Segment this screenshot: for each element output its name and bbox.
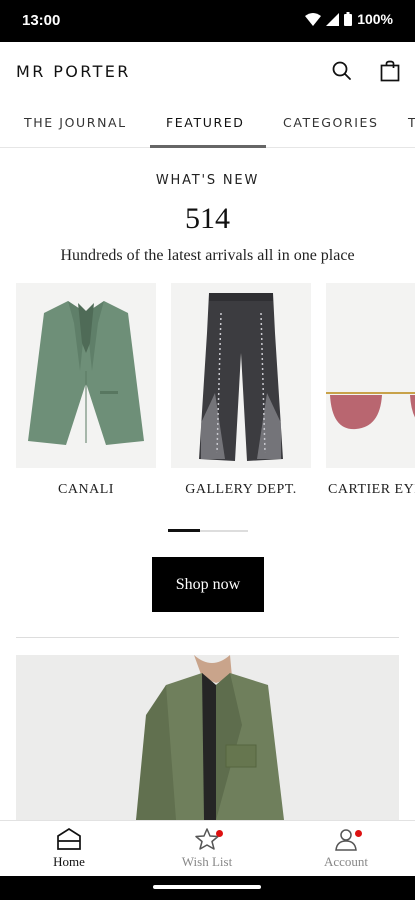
nav-item-home[interactable]: Home	[24, 827, 114, 870]
product-card[interactable]: CANALI	[16, 283, 156, 497]
product-image-green-blazer	[16, 283, 156, 468]
carousel-progress-fill	[168, 529, 200, 532]
nav-label-home: Home	[53, 854, 85, 869]
status-bar: 13:00 100%	[0, 0, 415, 42]
carousel-progress-bar	[168, 529, 248, 532]
signal-icon	[326, 12, 340, 26]
account-icon	[301, 827, 391, 851]
new-arrivals-count: 514	[185, 202, 230, 235]
tab-partial[interactable]: T	[408, 115, 415, 130]
tab-categories[interactable]: CATEGORIES	[283, 115, 379, 130]
search-icon[interactable]	[330, 59, 354, 83]
bottom-navigation: Home Wish List Account	[0, 820, 415, 876]
home-gesture-handle[interactable]	[153, 885, 261, 889]
brand-logo[interactable]: MR PORTER	[16, 62, 131, 81]
status-time: 13:00	[22, 12, 61, 29]
product-card[interactable]: GALLERY DEPT.	[171, 283, 311, 497]
section-eyebrow: WHAT'S NEW	[155, 173, 260, 188]
product-carousel[interactable]: CANALI GALLERY DEPT. CARTIER EY	[0, 283, 415, 523]
tab-featured[interactable]: FEATURED	[166, 115, 244, 130]
nav-label-account: Account	[323, 854, 369, 869]
system-gesture-bar	[0, 876, 415, 900]
nav-item-wish-list[interactable]: Wish List	[162, 827, 252, 870]
status-icons: 100%	[305, 11, 393, 27]
battery-icon	[344, 12, 353, 26]
shopping-bag-icon[interactable]	[378, 59, 402, 83]
section-tabs: THE JOURNAL FEATURED CATEGORIES T	[0, 100, 415, 148]
section-subtitle: Hundreds of the latest arrivals all in o…	[60, 247, 355, 264]
active-tab-indicator	[150, 145, 266, 148]
battery-level: 100%	[357, 11, 393, 27]
section-divider	[16, 637, 399, 638]
product-image-rimless-sunglasses	[326, 283, 415, 468]
nav-label-wish-list: Wish List	[181, 854, 233, 869]
app-header: MR PORTER	[0, 42, 415, 100]
hero-banner-image[interactable]	[16, 655, 399, 820]
tab-the-journal[interactable]: THE JOURNAL	[24, 115, 127, 130]
product-image-studded-flared-jeans	[171, 283, 311, 468]
star-icon	[162, 827, 252, 851]
account-badge	[355, 830, 362, 837]
shop-now-button[interactable]: Shop now	[152, 557, 264, 612]
home-icon	[24, 827, 114, 851]
product-brand: CANALI	[58, 482, 114, 497]
wifi-icon	[305, 12, 322, 26]
product-card[interactable]: CARTIER EYEWEAR	[326, 283, 415, 497]
wish-list-badge	[216, 830, 223, 837]
nav-item-account[interactable]: Account	[301, 827, 391, 870]
product-brand: CARTIER EYEWEAR	[328, 482, 415, 497]
product-brand: GALLERY DEPT.	[185, 482, 297, 497]
